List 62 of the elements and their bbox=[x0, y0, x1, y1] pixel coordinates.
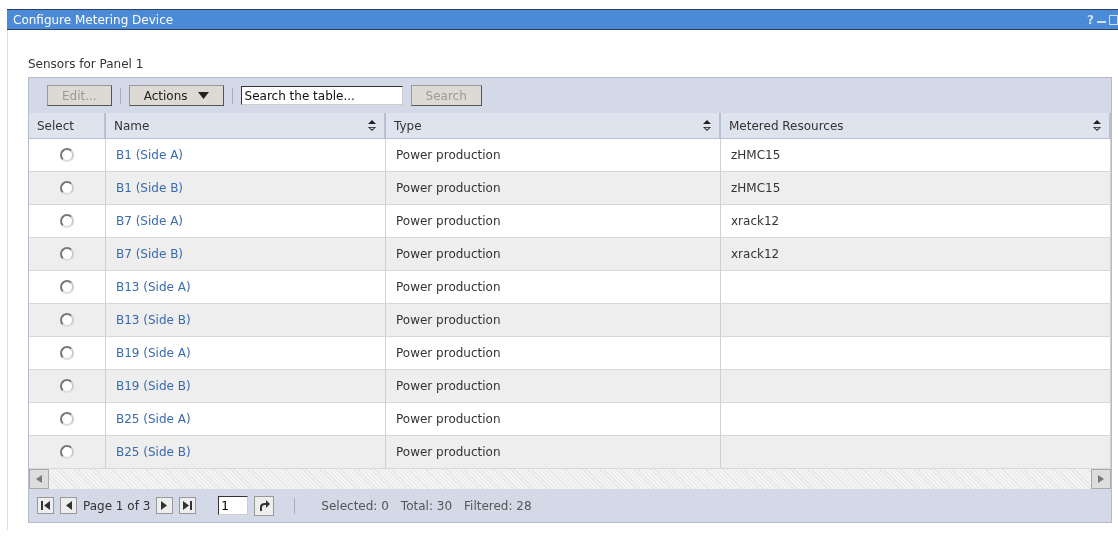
actions-button[interactable]: Actions bbox=[128, 85, 224, 106]
selected-count: Selected: 0 bbox=[321, 498, 389, 513]
sensor-link[interactable]: B19 (Side B) bbox=[116, 379, 191, 393]
sensor-link[interactable]: B7 (Side B) bbox=[116, 247, 184, 261]
first-page-button[interactable] bbox=[37, 497, 54, 514]
page-label: Page 1 of 3 bbox=[83, 498, 151, 513]
table-cell: xrack12 bbox=[731, 214, 780, 228]
column-header[interactable]: Select bbox=[29, 113, 106, 139]
search-field[interactable]: Search the table... bbox=[240, 86, 403, 105]
table-cell: Power production bbox=[396, 412, 501, 426]
right-triangle-icon bbox=[160, 501, 170, 510]
radio-button[interactable] bbox=[60, 148, 74, 162]
table-cell: zHMC15 bbox=[731, 148, 781, 162]
go-button[interactable] bbox=[254, 495, 275, 516]
maximize-icon[interactable] bbox=[1109, 14, 1118, 25]
table-cell: Power production bbox=[396, 346, 501, 360]
sensor-link[interactable]: B19 (Side A) bbox=[116, 346, 191, 360]
table-cell: Power production bbox=[396, 445, 501, 459]
column-header[interactable]: Type bbox=[386, 113, 721, 139]
table-cell: zHMC15 bbox=[731, 181, 781, 195]
radio-button[interactable] bbox=[60, 313, 74, 327]
sensor-link[interactable]: B25 (Side B) bbox=[116, 445, 191, 459]
sensor-link[interactable]: B1 (Side A) bbox=[116, 148, 184, 162]
table-cell: Power production bbox=[396, 181, 501, 195]
radio-button[interactable] bbox=[60, 247, 74, 261]
radio-button[interactable] bbox=[60, 346, 74, 360]
table-cell: Power production bbox=[396, 313, 501, 327]
first-page-icon bbox=[41, 501, 50, 510]
left-triangle-icon bbox=[64, 501, 73, 510]
sensor-link[interactable]: B1 (Side B) bbox=[116, 181, 184, 195]
table-cell: Power production bbox=[396, 379, 501, 393]
filtered-count: Filtered: 28 bbox=[464, 498, 532, 513]
table-cell: Power production bbox=[396, 247, 501, 261]
radio-button[interactable] bbox=[60, 280, 74, 294]
table-cell: xrack12 bbox=[731, 247, 780, 261]
column-header[interactable]: Name bbox=[106, 113, 386, 139]
redo-arrow-icon bbox=[258, 500, 271, 511]
window-title: Configure Metering Device bbox=[13, 12, 174, 27]
caret-icon bbox=[197, 92, 209, 99]
sensor-link[interactable]: B25 (Side A) bbox=[116, 412, 191, 426]
radio-button[interactable] bbox=[60, 181, 74, 195]
last-page-button[interactable] bbox=[179, 497, 197, 514]
radio-button[interactable] bbox=[60, 445, 74, 459]
total-count: Total: 30 bbox=[400, 498, 452, 513]
table-cell: Power production bbox=[396, 214, 501, 228]
sensor-link[interactable]: B13 (Side B) bbox=[116, 313, 191, 327]
radio-button[interactable] bbox=[60, 379, 74, 393]
radio-button[interactable] bbox=[60, 412, 74, 426]
scroll-left-icon[interactable] bbox=[36, 475, 42, 483]
radio-button[interactable] bbox=[60, 214, 74, 228]
last-page-icon bbox=[183, 501, 193, 510]
previous-page-button[interactable] bbox=[60, 497, 77, 514]
page-field[interactable]: 1 bbox=[218, 496, 249, 515]
table-cell: Power production bbox=[396, 148, 501, 162]
horizontal-scrollbar[interactable] bbox=[29, 469, 1111, 489]
column-header[interactable]: Metered Resources bbox=[721, 113, 1111, 139]
next-page-button[interactable] bbox=[156, 497, 174, 514]
sensor-link[interactable]: B7 (Side A) bbox=[116, 214, 184, 228]
table-cell: Power production bbox=[396, 280, 501, 294]
section-title: Sensors for Panel 1 bbox=[28, 57, 145, 71]
sensor-link[interactable]: B13 (Side A) bbox=[116, 280, 191, 294]
scroll-right-icon[interactable] bbox=[1098, 475, 1104, 483]
